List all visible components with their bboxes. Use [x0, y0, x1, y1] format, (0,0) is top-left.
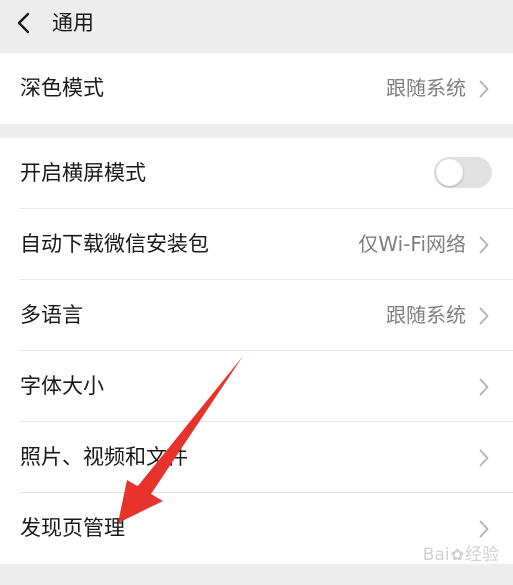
toggle-knob: [436, 159, 463, 186]
back-button[interactable]: [10, 6, 46, 42]
setting-label: 照片、视频和文件: [20, 445, 188, 469]
setting-label: 深色模式: [20, 76, 104, 100]
chevron-right-icon: [479, 236, 489, 254]
chevron-right-icon: [479, 449, 489, 467]
setting-label: 发现页管理: [20, 516, 125, 540]
setting-label: 开启横屏模式: [20, 161, 146, 185]
baidu-watermark: Bai✿经验: [422, 545, 499, 565]
setting-row-auto-download[interactable]: 自动下载微信安装包 仅Wi-Fi网络: [0, 209, 513, 280]
setting-label: 字体大小: [20, 374, 104, 398]
page-title: 通用: [52, 11, 94, 35]
chevron-left-icon: [17, 12, 30, 34]
settings-screen: 通用 深色模式 跟随系统 开启横屏模式 自动下载微信安装包 仅Wi-Fi网络 多…: [0, 0, 513, 585]
paw-logo-icon: ✿: [450, 545, 464, 564]
navigation-bar: 通用: [0, 0, 513, 52]
setting-value: 跟随系统: [386, 303, 466, 327]
chevron-right-icon: [479, 80, 489, 98]
setting-row-photos-videos-files[interactable]: 照片、视频和文件: [0, 422, 513, 493]
chevron-right-icon: [479, 378, 489, 396]
setting-label: 多语言: [20, 303, 83, 327]
landscape-mode-toggle[interactable]: [434, 157, 492, 188]
chevron-right-icon: [479, 520, 489, 538]
settings-group-display: 深色模式 跟随系统: [0, 53, 513, 124]
setting-row-dark-mode[interactable]: 深色模式 跟随系统: [0, 53, 513, 124]
settings-group-general: 开启横屏模式 自动下载微信安装包 仅Wi-Fi网络 多语言 跟随系统 字体大小: [0, 138, 513, 564]
chevron-right-icon: [479, 307, 489, 325]
setting-row-font-size[interactable]: 字体大小: [0, 351, 513, 422]
setting-value: 跟随系统: [386, 76, 466, 100]
setting-row-landscape-mode: 开启横屏模式: [0, 138, 513, 209]
setting-value: 仅Wi-Fi网络: [358, 232, 466, 256]
setting-label: 自动下载微信安装包: [20, 232, 209, 256]
setting-row-language[interactable]: 多语言 跟随系统: [0, 280, 513, 351]
